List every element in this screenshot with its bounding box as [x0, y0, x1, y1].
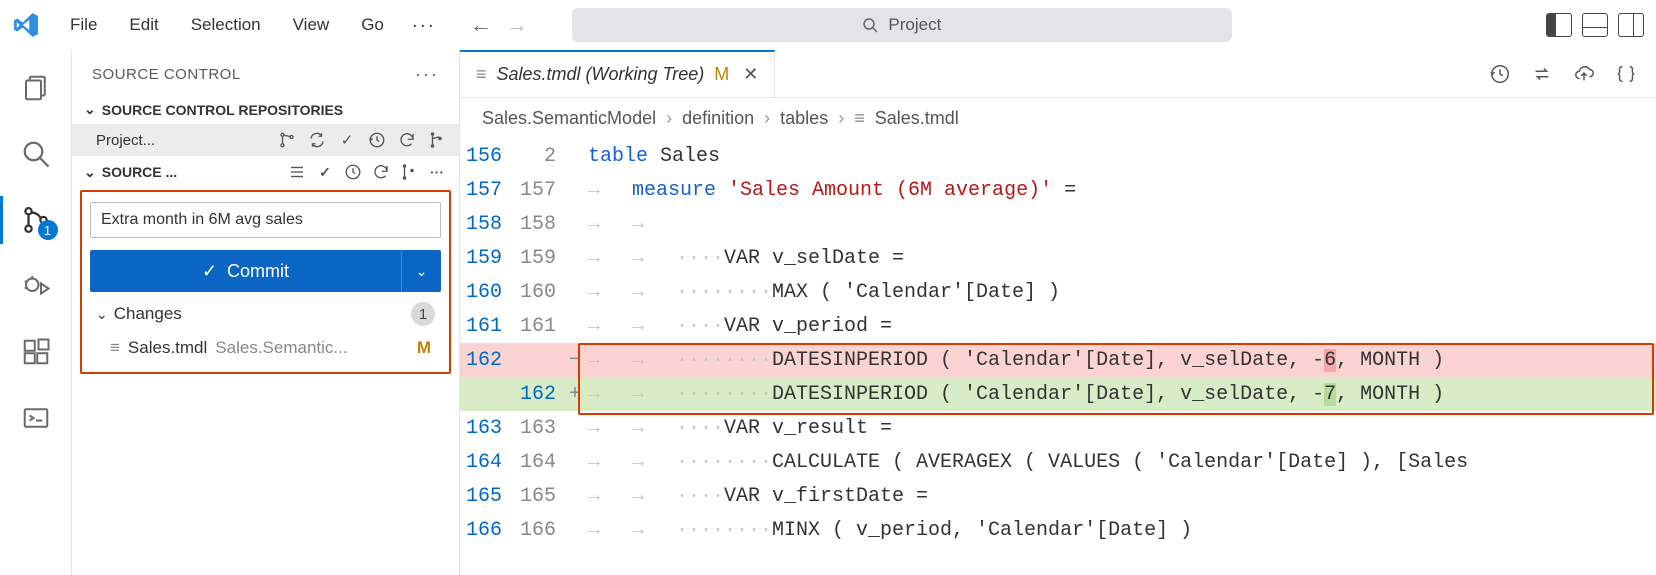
branch-icon[interactable] — [277, 130, 297, 150]
menu-selection[interactable]: Selection — [177, 9, 275, 41]
breadcrumb-segment[interactable]: tables — [780, 108, 828, 129]
nav-forward-icon[interactable]: → — [506, 12, 528, 38]
source-control-panel: SOURCE CONTROL ··· ⌄ SOURCE CONTROL REPO… — [72, 50, 460, 575]
chevron-down-icon: ⌄ — [84, 164, 96, 181]
chevron-right-icon: › — [764, 108, 770, 129]
menu-edit[interactable]: Edit — [115, 9, 172, 41]
source-control-section-header[interactable]: ⌄ SOURCE ... ✓ ··· — [72, 156, 459, 188]
breadcrumb[interactable]: Sales.SemanticModel › definition › table… — [460, 98, 1656, 139]
repositories-section-header[interactable]: ⌄ SOURCE CONTROL REPOSITORIES — [72, 95, 459, 124]
menu-more-icon[interactable]: ··· — [402, 11, 446, 40]
code-editor[interactable]: 1562 table Sales 157157 →measure 'Sales … — [460, 139, 1656, 575]
changed-file-name: Sales.tmdl — [128, 338, 207, 358]
toggle-primary-sidebar-icon[interactable] — [1546, 13, 1572, 37]
explorer-icon[interactable] — [18, 70, 54, 106]
file-icon: ≡ — [110, 338, 120, 358]
breadcrumb-segment[interactable]: definition — [682, 108, 754, 129]
refresh-icon[interactable] — [397, 130, 417, 150]
panel-title: SOURCE CONTROL — [92, 66, 241, 83]
chevron-down-icon: ⌄ — [96, 306, 108, 323]
terminal-icon[interactable] — [18, 400, 54, 436]
commit-message-input[interactable] — [90, 202, 441, 238]
activity-bar: 1 — [0, 50, 72, 575]
changes-header[interactable]: ⌄ Changes 1 — [90, 292, 441, 332]
title-bar: File Edit Selection View Go ··· ← → Proj… — [0, 0, 1656, 50]
panel-more-icon[interactable]: ··· — [415, 64, 439, 85]
swap-icon[interactable] — [1530, 62, 1554, 86]
nav-back-icon[interactable]: ← — [470, 12, 492, 38]
commit-highlight-box: ✓ Commit ⌄ ⌄ Changes 1 ≡ Sales.tmdl Sale… — [80, 190, 451, 374]
commit-button-label: Commit — [227, 261, 289, 282]
toggle-secondary-sidebar-icon[interactable] — [1618, 13, 1644, 37]
tab-label: Sales.tmdl (Working Tree) — [497, 64, 705, 85]
search-placeholder: Project — [888, 15, 941, 35]
commit-button[interactable]: ✓ Commit — [90, 250, 401, 292]
changed-file-row[interactable]: ≡ Sales.tmdl Sales.Semantic... M — [90, 332, 441, 364]
cloud-upload-icon[interactable] — [1572, 62, 1596, 86]
sync-icon[interactable] — [307, 130, 327, 150]
chevron-down-icon: ⌄ — [416, 263, 428, 280]
checkmark-icon[interactable]: ✓ — [337, 130, 357, 150]
file-icon: ≡ — [854, 108, 865, 129]
chevron-down-icon: ⌄ — [84, 101, 96, 118]
breadcrumb-segment[interactable]: Sales.SemanticModel — [482, 108, 656, 129]
history-icon[interactable] — [1488, 62, 1512, 86]
tab-bar: ≡ Sales.tmdl (Working Tree) M ✕ — [460, 50, 1656, 98]
graph-icon[interactable] — [399, 162, 419, 182]
menu-view[interactable]: View — [279, 9, 344, 41]
changes-label: Changes — [114, 304, 182, 324]
run-debug-icon[interactable] — [18, 268, 54, 304]
code-braces-icon[interactable] — [1614, 62, 1638, 86]
list-icon[interactable] — [287, 162, 307, 182]
menu-go[interactable]: Go — [347, 9, 398, 41]
repositories-label: SOURCE CONTROL REPOSITORIES — [102, 102, 343, 118]
checkmark-icon[interactable]: ✓ — [315, 162, 335, 182]
toggle-panel-icon[interactable] — [1582, 13, 1608, 37]
tab-sales-tmdl[interactable]: ≡ Sales.tmdl (Working Tree) M ✕ — [460, 50, 775, 97]
history-icon[interactable] — [343, 162, 363, 182]
repo-name: Project... — [96, 132, 155, 149]
tab-modified-badge: M — [714, 64, 729, 85]
command-center-search[interactable]: Project — [572, 8, 1232, 42]
chevron-right-icon: › — [666, 108, 672, 129]
commit-dropdown-button[interactable]: ⌄ — [401, 250, 441, 292]
search-icon — [862, 17, 878, 33]
source-control-icon[interactable]: 1 — [18, 202, 54, 238]
extensions-icon[interactable] — [18, 334, 54, 370]
breadcrumb-segment[interactable]: Sales.tmdl — [875, 108, 959, 129]
close-icon[interactable]: ✕ — [743, 64, 758, 85]
file-icon: ≡ — [476, 64, 487, 85]
scm-badge: 1 — [38, 220, 58, 240]
checkmark-icon: ✓ — [202, 261, 217, 282]
modified-badge: M — [417, 338, 435, 358]
search-sidebar-icon[interactable] — [18, 136, 54, 172]
editor-area: ≡ Sales.tmdl (Working Tree) M ✕ Sales.Se… — [460, 50, 1656, 575]
changed-file-path: Sales.Semantic... — [215, 338, 409, 358]
menu-file[interactable]: File — [56, 9, 111, 41]
source-control-section-label: SOURCE ... — [102, 164, 177, 180]
repository-row[interactable]: Project... ✓ — [72, 124, 459, 156]
refresh-icon[interactable] — [371, 162, 391, 182]
changes-count-badge: 1 — [411, 302, 435, 326]
graph-icon[interactable] — [427, 130, 447, 150]
more-icon[interactable]: ··· — [427, 162, 447, 182]
vscode-logo-icon — [12, 11, 40, 39]
history-icon[interactable] — [367, 130, 387, 150]
chevron-right-icon: › — [838, 108, 844, 129]
